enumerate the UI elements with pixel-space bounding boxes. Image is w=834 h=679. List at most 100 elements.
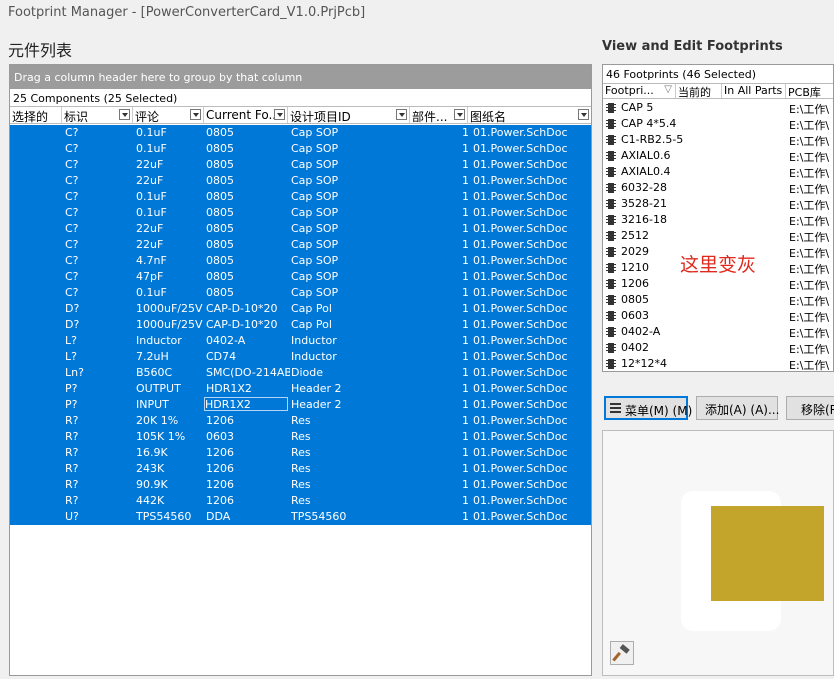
cell-footprint[interactable]: HDR1X2 [204, 397, 288, 411]
cell-part[interactable]: 1 [462, 158, 470, 171]
cell-design-id[interactable]: Cap SOP [291, 158, 411, 171]
cell-part[interactable]: 1 [462, 334, 470, 347]
cell-id[interactable]: R? [65, 430, 135, 443]
footprint-row[interactable]: AXIAL0.4 E:\工作\ [603, 164, 833, 180]
cell-part[interactable]: 1 [462, 222, 470, 235]
cell-id[interactable]: C? [65, 206, 135, 219]
component-row[interactable]: Ln? B560C SMC(DO-214AB) Diode 1 01.Power.SchD… [10, 365, 591, 381]
component-row[interactable]: D? 1000uF/25V CAP-D-10*20 Cap Pol 1 01.Power.… [10, 317, 591, 333]
cell-design-id[interactable]: Cap SOP [291, 270, 411, 283]
cell-comment[interactable]: 22uF [136, 238, 204, 251]
cell-comment[interactable]: 20K 1% [136, 414, 204, 427]
cell-comment[interactable]: 0.1uF [136, 142, 204, 155]
cell-design-id[interactable]: Cap Pol [291, 318, 411, 331]
cell-design-id[interactable]: Cap SOP [291, 126, 411, 139]
cell-footprint[interactable]: CAP-D-10*20 [206, 302, 290, 315]
cell-sheet[interactable]: 01.Power.SchDoc [473, 334, 588, 347]
menu-button[interactable]: 菜单(M) (M) [604, 396, 692, 420]
cell-comment[interactable]: 16.9K [136, 446, 204, 459]
cell-id[interactable]: C? [65, 222, 135, 235]
column-comment[interactable]: 评论 [133, 107, 204, 124]
cell-part[interactable]: 1 [462, 510, 470, 523]
cell-part[interactable]: 1 [462, 318, 470, 331]
cell-design-id[interactable]: Res [291, 446, 411, 459]
cell-comment[interactable]: 0.1uF [136, 286, 204, 299]
column-sheet-name[interactable]: 图纸名 [468, 107, 591, 124]
cell-id[interactable]: C? [65, 238, 135, 251]
component-row[interactable]: L? 7.2uH CD74 Inductor 1 01.Power.SchDoc [10, 349, 591, 365]
cell-comment[interactable]: 7.2uH [136, 350, 204, 363]
footprint-row[interactable]: 0603 E:\工作\ [603, 308, 833, 324]
cell-sheet[interactable]: 01.Power.SchDoc [473, 254, 588, 267]
column-in-all-parts[interactable]: In All Parts [722, 84, 786, 98]
cell-sheet[interactable]: 01.Power.SchDoc [473, 366, 588, 379]
cell-part[interactable]: 1 [462, 366, 470, 379]
column-part[interactable]: 部件... [410, 107, 468, 124]
cell-design-id[interactable]: Cap SOP [291, 206, 411, 219]
cell-comment[interactable]: INPUT [136, 398, 204, 411]
footprint-row[interactable]: 0805 E:\工作\ [603, 292, 833, 308]
cell-sheet[interactable]: 01.Power.SchDoc [473, 398, 588, 411]
cell-sheet[interactable]: 01.Power.SchDoc [473, 478, 588, 491]
component-row[interactable]: C? 4.7nF 0805 Cap SOP 1 01.Power.SchDoc [10, 253, 591, 269]
cell-id[interactable]: C? [65, 158, 135, 171]
cell-sheet[interactable]: 01.Power.SchDoc [473, 206, 588, 219]
component-row[interactable]: C? 0.1uF 0805 Cap SOP 1 01.Power.SchDoc [10, 125, 591, 141]
footprint-row[interactable]: 6032-28 E:\工作\ [603, 180, 833, 196]
cell-comment[interactable]: 90.9K [136, 478, 204, 491]
cell-part[interactable]: 1 [462, 414, 470, 427]
cell-comment[interactable]: 22uF [136, 158, 204, 171]
cell-design-id[interactable]: Res [291, 462, 411, 475]
filter-dropdown-icon[interactable] [396, 109, 407, 120]
cell-sheet[interactable]: 01.Power.SchDoc [473, 510, 588, 523]
cell-sheet[interactable]: 01.Power.SchDoc [473, 414, 588, 427]
component-row[interactable]: R? 243K 1206 Res 1 01.Power.SchDoc [10, 461, 591, 477]
component-row[interactable]: C? 0.1uF 0805 Cap SOP 1 01.Power.SchDoc [10, 285, 591, 301]
cell-footprint[interactable]: 0805 [206, 238, 290, 251]
cell-sheet[interactable]: 01.Power.SchDoc [473, 126, 588, 139]
component-row[interactable]: R? 105K 1% 0603 Res 1 01.Power.SchDoc [10, 429, 591, 445]
cell-id[interactable]: L? [65, 350, 135, 363]
cell-footprint[interactable]: CAP-D-10*20 [206, 318, 290, 331]
cell-id[interactable]: P? [65, 398, 135, 411]
footprint-row[interactable]: CAP 4*5.4 E:\工作\ [603, 116, 833, 132]
footprint-row[interactable]: AXIAL0.6 E:\工作\ [603, 148, 833, 164]
footprint-row[interactable]: 2512 E:\工作\ [603, 228, 833, 244]
cell-id[interactable]: L? [65, 334, 135, 347]
cell-comment[interactable]: Inductor [136, 334, 204, 347]
cell-footprint[interactable]: 0402-A [206, 334, 290, 347]
cell-footprint[interactable]: 0805 [206, 126, 290, 139]
cell-comment[interactable]: 47pF [136, 270, 204, 283]
cell-comment[interactable]: 1000uF/25V [136, 318, 204, 331]
cell-footprint[interactable]: 1206 [206, 446, 290, 459]
cell-id[interactable]: C? [65, 126, 135, 139]
footprint-row[interactable]: 3528-21 E:\工作\ [603, 196, 833, 212]
cell-footprint[interactable]: 0805 [206, 206, 290, 219]
filter-dropdown-icon[interactable] [190, 109, 201, 120]
filter-dropdown-icon[interactable] [119, 109, 130, 120]
footprint-row[interactable]: 0402-A E:\工作\ [603, 324, 833, 340]
cell-comment[interactable]: 1000uF/25V I [136, 302, 204, 315]
column-selected[interactable]: 选择的 [10, 107, 62, 124]
cell-design-id[interactable]: Res [291, 494, 411, 507]
cell-footprint[interactable]: DDA [206, 510, 290, 523]
component-row[interactable]: P? OUTPUT HDR1X2 Header 2 1 01.Power.SchDoc [10, 381, 591, 397]
component-row[interactable]: R? 16.9K 1206 Res 1 01.Power.SchDoc [10, 445, 591, 461]
cell-design-id[interactable]: Cap SOP [291, 286, 411, 299]
cell-id[interactable]: D? [65, 302, 135, 315]
component-row[interactable]: R? 442K 1206 Res 1 01.Power.SchDoc [10, 493, 591, 509]
component-row[interactable]: R? 90.9K 1206 Res 1 01.Power.SchDoc [10, 477, 591, 493]
cell-part[interactable]: 1 [462, 302, 470, 315]
cell-sheet[interactable]: 01.Power.SchDoc [473, 350, 588, 363]
column-pcb-library[interactable]: PCB库 [786, 84, 833, 99]
cell-sheet[interactable]: 01.Power.SchDoc [473, 286, 588, 299]
cell-sheet[interactable]: 01.Power.SchDoc [473, 270, 588, 283]
component-row[interactable]: C? 0.1uF 0805 Cap SOP 1 01.Power.SchDoc [10, 189, 591, 205]
cell-id[interactable]: C? [65, 270, 135, 283]
cell-comment[interactable]: OUTPUT [136, 382, 204, 395]
component-row[interactable]: C? 47pF 0805 Cap SOP 1 01.Power.SchDoc [10, 269, 591, 285]
cell-id[interactable]: R? [65, 462, 135, 475]
cell-id[interactable]: U? [65, 510, 135, 523]
footprint-row[interactable]: CAP 5 E:\工作\ [603, 100, 833, 116]
cell-id[interactable]: C? [65, 254, 135, 267]
